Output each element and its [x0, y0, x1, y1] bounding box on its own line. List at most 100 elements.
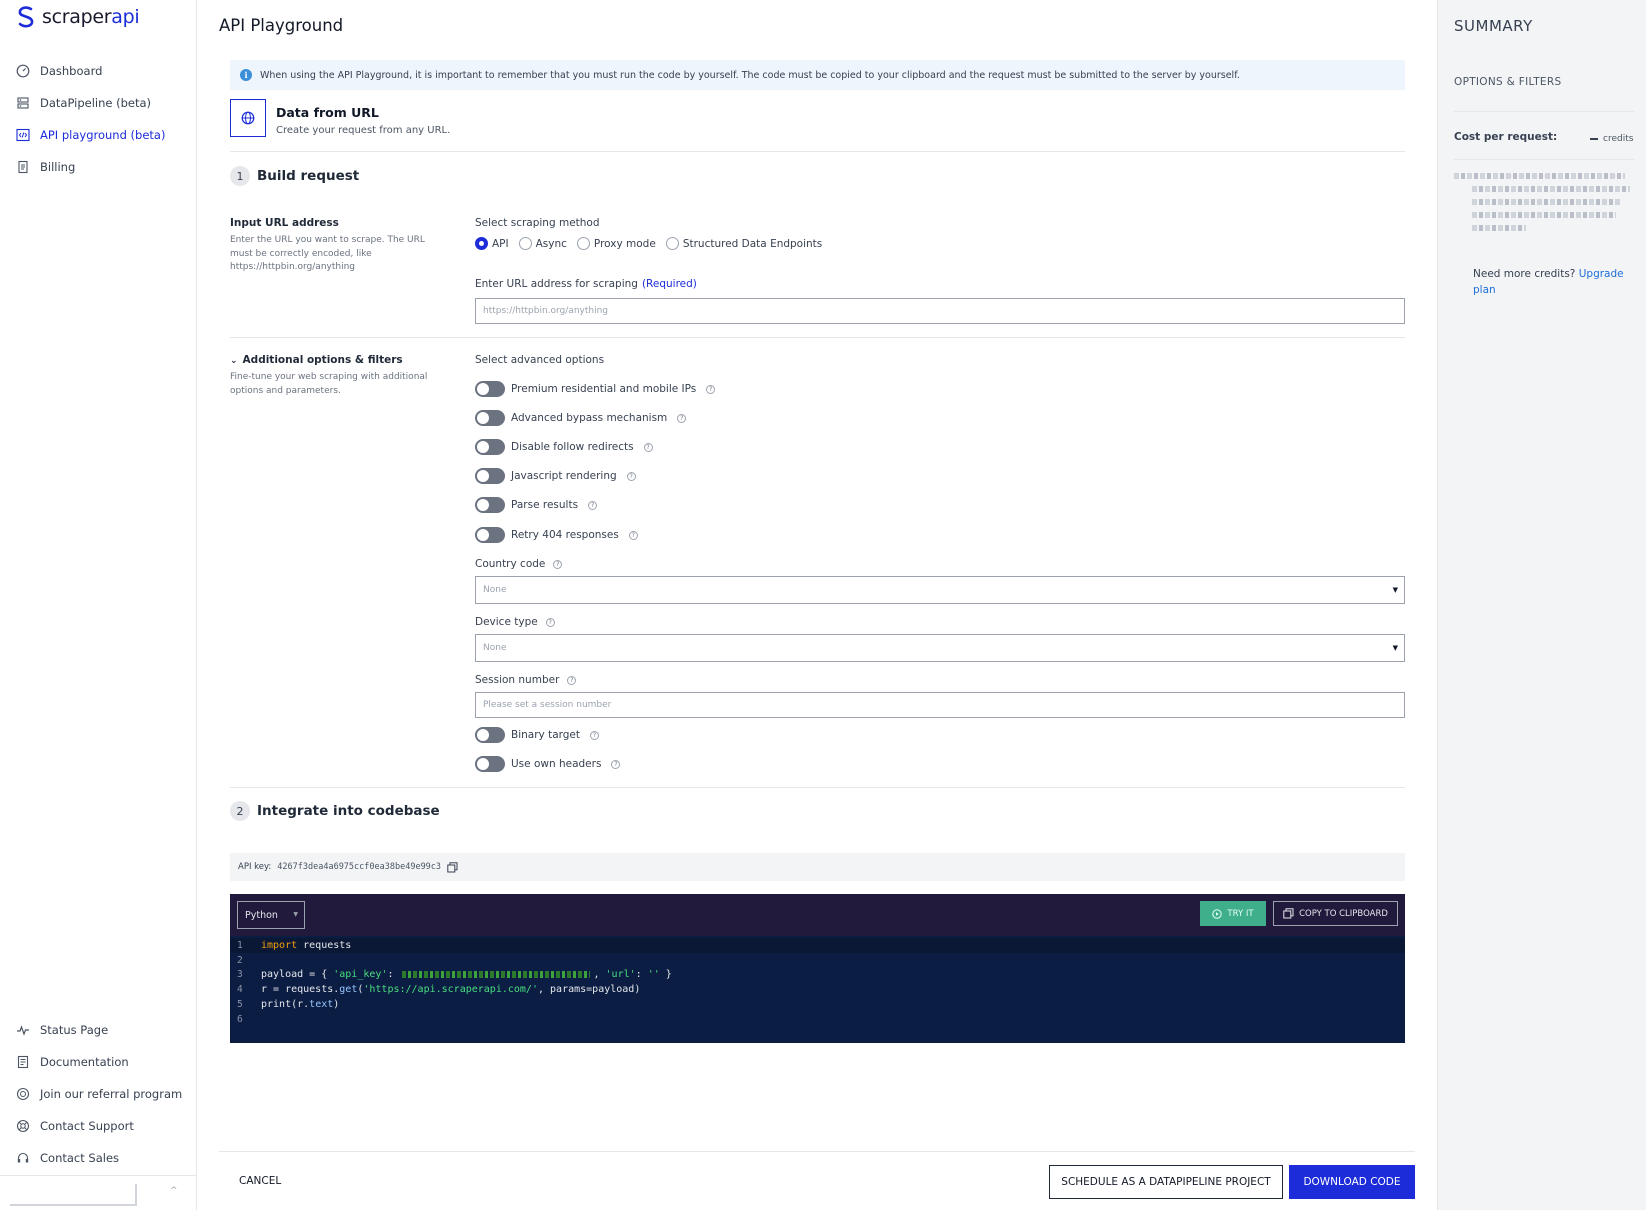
toggle-disable-redirects[interactable]: Disable follow redirects?	[475, 439, 653, 455]
toggle-premium-ips[interactable]: Premium residential and mobile IPs?	[475, 381, 716, 397]
line-number: 6	[237, 1013, 243, 1025]
radio-selected-icon[interactable]	[475, 237, 488, 250]
nav-datapipeline[interactable]: DataPipeline (beta)	[0, 87, 196, 119]
input-url-section: Input URL address Enter the URL you want…	[230, 217, 435, 275]
nav-contact-sales[interactable]: Contact Sales	[0, 1142, 196, 1174]
radio-structured-data[interactable]: Structured Data Endpoints	[665, 237, 822, 250]
pipeline-icon	[17, 97, 29, 109]
toggle-bypass[interactable]: Advanced bypass mechanism?	[475, 410, 687, 426]
line-number: 1	[237, 939, 243, 951]
api-key-label: API key:	[238, 862, 272, 872]
page-title: API Playground	[219, 16, 344, 35]
toggle-switch[interactable]	[475, 410, 505, 426]
line-number: 2	[237, 954, 243, 966]
nav-label: Documentation	[40, 1055, 129, 1069]
info-banner: i When using the API Playground, it is i…	[230, 60, 1405, 90]
help-icon[interactable]: ?	[643, 442, 653, 452]
help-icon[interactable]: ?	[677, 413, 687, 423]
nav-status-page[interactable]: Status Page	[0, 1014, 196, 1046]
divider	[1454, 159, 1634, 160]
scraperapi-logo-icon	[18, 6, 34, 28]
code-token: r = requests.	[261, 984, 340, 996]
data-source-card[interactable]: Data from URL Create your request from a…	[230, 99, 450, 137]
nav-billing[interactable]: Billing	[0, 151, 196, 183]
copy-icon[interactable]	[447, 861, 458, 873]
country-select[interactable]: None ▼	[475, 576, 1405, 604]
help-icon[interactable]: ?	[553, 559, 563, 569]
nav-contact-support[interactable]: Contact Support	[0, 1110, 196, 1142]
input-url-title: Input URL address	[230, 217, 339, 229]
toggle-switch[interactable]	[475, 381, 505, 397]
caret-down-icon: ▼	[1392, 644, 1398, 652]
toggle-parse-results[interactable]: Parse results?	[475, 497, 598, 513]
brand-name-accent: api	[111, 6, 140, 28]
try-it-button[interactable]: TRY IT	[1200, 901, 1266, 926]
nav-label: API playground (beta)	[40, 128, 166, 142]
info-icon: i	[240, 69, 252, 81]
toggle-switch[interactable]	[475, 439, 505, 455]
nav-dashboard[interactable]: Dashboard	[0, 55, 196, 87]
toggle-switch[interactable]	[475, 468, 505, 484]
nav-referral[interactable]: Join our referral program	[0, 1078, 196, 1110]
help-icon[interactable]: ?	[545, 617, 555, 627]
nav-documentation[interactable]: Documentation	[0, 1046, 196, 1078]
help-icon[interactable]: ?	[706, 384, 716, 394]
code-line: 1 import requests	[230, 938, 1405, 953]
help-icon[interactable]: ?	[588, 500, 598, 510]
code-token: text	[309, 999, 334, 1011]
radio-icon[interactable]	[665, 237, 679, 250]
cancel-button[interactable]: CANCEL	[239, 1175, 281, 1187]
code-token: }	[659, 969, 672, 981]
help-icon[interactable]: ?	[628, 530, 638, 540]
code-token: import	[261, 939, 298, 951]
code-editor: Python ▼ TRY IT COPY TO CLIPBOARD 1 import…	[230, 894, 1405, 1043]
device-select[interactable]: None ▼	[475, 634, 1405, 662]
language-select[interactable]: Python ▼	[237, 901, 305, 929]
toggle-switch[interactable]	[475, 527, 505, 543]
radio-proxy-mode[interactable]: Proxy mode	[576, 237, 656, 250]
toggle-js-rendering[interactable]: Javascript rendering?	[475, 468, 636, 484]
radio-api[interactable]: API	[475, 237, 509, 250]
radio-icon[interactable]	[518, 237, 532, 250]
radio-async[interactable]: Async	[518, 237, 567, 250]
code-text[interactable]: 1 import requests 2 3 payload = { 'api_key…	[230, 936, 1405, 1027]
nav-api-playground[interactable]: API playground (beta)	[0, 119, 196, 151]
cost-label: Cost per request:	[1454, 131, 1558, 143]
step-title: Integrate into codebase	[257, 803, 440, 819]
redacted-line	[1472, 225, 1526, 231]
session-input[interactable]: Please set a session number	[475, 692, 1405, 718]
copy-to-clipboard-button[interactable]: COPY TO CLIPBOARD	[1273, 901, 1398, 926]
toggle-switch[interactable]	[475, 727, 505, 743]
api-key-value: 4267f3dea4a6975ccf0ea38be49e99c3	[277, 862, 442, 872]
toggle-switch[interactable]	[475, 756, 505, 772]
line-number: 3	[237, 969, 243, 981]
schedule-pipeline-button[interactable]: SCHEDULE AS A DATAPIPELINE PROJECT	[1049, 1165, 1283, 1199]
toggle-own-headers[interactable]: Use own headers?	[475, 756, 621, 772]
country-label: Country code?	[475, 558, 1405, 570]
help-icon[interactable]: ?	[567, 675, 577, 685]
globe-icon	[230, 99, 266, 137]
help-icon[interactable]: ?	[590, 730, 600, 740]
code-token: get	[339, 984, 358, 996]
copy-icon	[1283, 908, 1294, 919]
options-title[interactable]: ⌄ Additional options & filters	[230, 354, 435, 366]
radio-icon[interactable]	[576, 237, 590, 250]
brand-logo[interactable]: scraperapi	[16, 6, 140, 28]
download-code-button[interactable]: DOWNLOAD CODE	[1289, 1165, 1415, 1199]
summary-subtitle: OPTIONS & FILTERS	[1454, 76, 1562, 88]
help-icon[interactable]: ?	[611, 759, 621, 769]
scraping-method-section: Select scraping method API Async Proxy m…	[475, 217, 1405, 250]
account-switcher[interactable]	[10, 1184, 137, 1206]
caret-down-icon: ▼	[1392, 586, 1398, 594]
chevron-up-icon[interactable]: ^	[170, 1186, 178, 1196]
code-line: 3 payload = { 'api_key': , 'url': '' }	[230, 968, 1405, 983]
url-label: Enter URL address for scraping (Required)	[475, 278, 1405, 290]
toggle-binary-target[interactable]: Binary target?	[475, 727, 600, 743]
toggle-retry-404[interactable]: Retry 404 responses?	[475, 527, 638, 543]
redacted-api-key	[402, 971, 591, 979]
url-input[interactable]: https://httpbin.org/anything	[475, 298, 1405, 324]
toggle-switch[interactable]	[475, 497, 505, 513]
toggle-label: Use own headers	[511, 758, 602, 770]
source-title: Data from URL	[276, 105, 379, 120]
help-icon[interactable]: ?	[626, 471, 636, 481]
